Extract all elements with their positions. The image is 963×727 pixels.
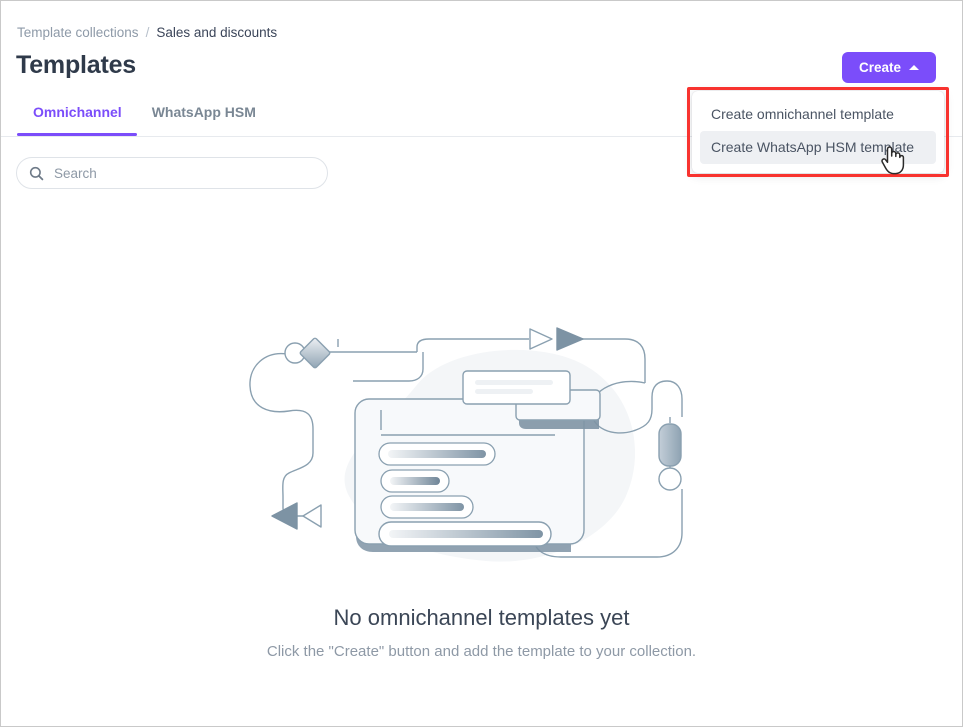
- breadcrumb-current: Sales and discounts: [156, 25, 278, 40]
- menu-item-label: Create omnichannel template: [711, 106, 894, 122]
- illustration-arrow-filled-bottom: [271, 502, 298, 530]
- page-title: Templates: [16, 51, 137, 79]
- empty-state-subtitle: Click the "Create" button and add the te…: [266, 643, 697, 660]
- breadcrumb: Template collections / Sales and discoun…: [17, 24, 277, 42]
- illustration-arrow-filled-top: [556, 327, 584, 351]
- create-button-label: Create: [858, 60, 902, 75]
- search-box[interactable]: [16, 157, 328, 189]
- illustration-arrow-outline-top: [529, 328, 553, 350]
- empty-state-title: No omnichannel templates yet: [333, 605, 630, 630]
- tab-whatsapp-hsm-label: WhatsApp HSM: [151, 104, 256, 120]
- search-icon: [29, 166, 44, 180]
- breadcrumb-parent-link[interactable]: Template collections: [17, 24, 139, 42]
- breadcrumb-separator: /: [145, 25, 150, 40]
- illustration-node-left: [284, 337, 331, 369]
- tab-omnichannel-label: Omnichannel: [33, 104, 122, 120]
- menu-item-label: Create WhatsApp HSM template: [711, 139, 915, 155]
- tab-bar: Omnichannel WhatsApp HSM: [17, 104, 271, 136]
- templates-empty-illustration: [249, 327, 683, 562]
- tab-whatsapp-hsm[interactable]: WhatsApp HSM: [137, 104, 271, 136]
- search-input[interactable]: [52, 164, 315, 182]
- app-window: Template collections / Sales and discoun…: [0, 0, 963, 727]
- illustration-node-right: [658, 423, 682, 491]
- illustration-arrow-outline-bottom: [302, 504, 322, 528]
- illustration-card-front: [462, 370, 571, 405]
- create-button[interactable]: Create: [842, 52, 936, 83]
- tab-omnichannel[interactable]: Omnichannel: [17, 104, 137, 136]
- create-dropdown-menu: Create omnichannel template Create Whats…: [692, 91, 944, 173]
- menu-item-create-omnichannel-template[interactable]: Create omnichannel template: [700, 98, 936, 131]
- chevron-up-icon: [909, 65, 920, 70]
- menu-item-create-whatsapp-hsm-template[interactable]: Create WhatsApp HSM template: [700, 131, 936, 164]
